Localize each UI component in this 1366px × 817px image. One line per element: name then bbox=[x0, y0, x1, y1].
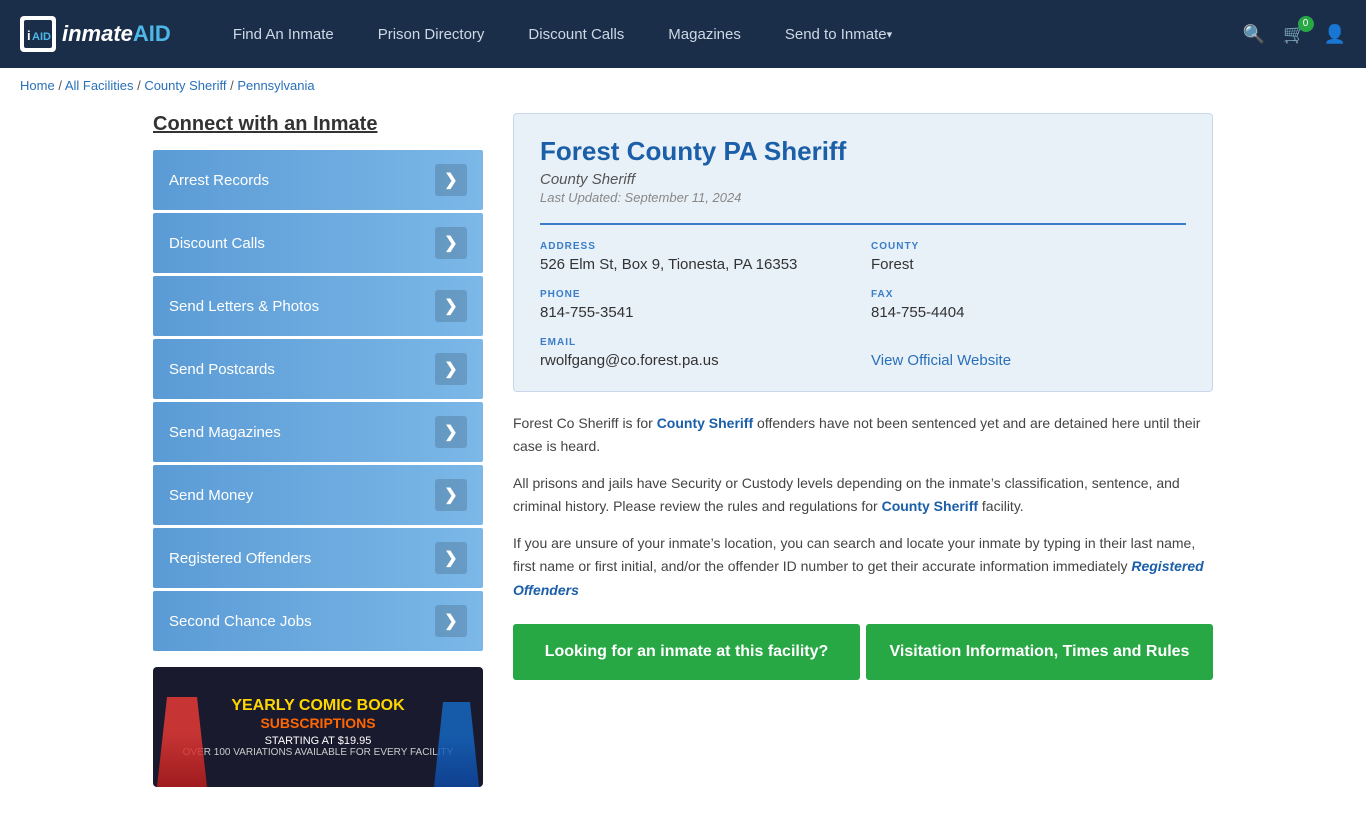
visitation-info-button[interactable]: Visitation Information, Times and Rules bbox=[866, 624, 1213, 681]
bottom-buttons: Looking for an inmate at this facility? … bbox=[513, 624, 1213, 681]
nav-discount-calls[interactable]: Discount Calls bbox=[506, 0, 646, 68]
phone-label: PHONE bbox=[540, 289, 855, 300]
county-label: COUNTY bbox=[871, 241, 1186, 252]
sidebar-label-send-magazines: Send Magazines bbox=[169, 424, 281, 441]
logo-text-inmate: inmate bbox=[62, 21, 133, 47]
nav-prison-directory[interactable]: Prison Directory bbox=[356, 0, 507, 68]
facility-info-grid: ADDRESS 526 Elm St, Box 9, Tionesta, PA … bbox=[540, 223, 1186, 369]
county-sheriff-link-2[interactable]: County Sheriff bbox=[882, 498, 978, 514]
breadcrumb-all-facilities[interactable]: All Facilities bbox=[65, 78, 134, 93]
desc-para2-pre: All prisons and jails have Security or C… bbox=[513, 475, 1180, 514]
sidebar-ad[interactable]: YEARLY COMIC BOOK SUBSCRIPTIONS STARTING… bbox=[153, 667, 483, 787]
sidebar-menu: Arrest Records ❯ Discount Calls ❯ Send L… bbox=[153, 150, 483, 651]
site-logo[interactable]: i AID inmateAID bbox=[20, 16, 171, 52]
sidebar: Connect with an Inmate Arrest Records ❯ … bbox=[153, 113, 483, 787]
facility-name: Forest County PA Sheriff bbox=[540, 136, 1186, 167]
nav-send-to-inmate[interactable]: Send to Inmate bbox=[763, 0, 914, 68]
ad-note: OVER 100 VARIATIONS AVAILABLE FOR EVERY … bbox=[183, 747, 454, 758]
cart-button[interactable]: 🛒 0 bbox=[1283, 24, 1305, 45]
search-icon: 🔍 bbox=[1243, 24, 1265, 44]
arrow-icon-send-postcards: ❯ bbox=[435, 353, 467, 385]
facility-description: Forest Co Sheriff is for County Sheriff … bbox=[513, 412, 1213, 602]
county-value: Forest bbox=[871, 256, 1186, 273]
ad-content: YEARLY COMIC BOOK SUBSCRIPTIONS STARTING… bbox=[173, 686, 464, 768]
user-button[interactable]: 👤 bbox=[1324, 24, 1346, 45]
sidebar-label-registered-offenders: Registered Offenders bbox=[169, 550, 311, 567]
desc-para-3: If you are unsure of your inmate’s locat… bbox=[513, 532, 1213, 601]
sidebar-item-second-chance-jobs[interactable]: Second Chance Jobs ❯ bbox=[153, 591, 483, 651]
desc-para-1: Forest Co Sheriff is for County Sheriff … bbox=[513, 412, 1213, 458]
address-value: 526 Elm St, Box 9, Tionesta, PA 16353 bbox=[540, 256, 855, 273]
sidebar-label-send-letters: Send Letters & Photos bbox=[169, 298, 319, 315]
arrow-icon-discount-calls: ❯ bbox=[435, 227, 467, 259]
facility-header: Forest County PA Sheriff County Sheriff … bbox=[513, 113, 1213, 392]
email-label: EMAIL bbox=[540, 337, 855, 348]
fax-label: FAX bbox=[871, 289, 1186, 300]
svg-text:i: i bbox=[27, 28, 31, 43]
ad-title-line2: SUBSCRIPTIONS bbox=[183, 715, 454, 731]
breadcrumb-county-sheriff[interactable]: County Sheriff bbox=[144, 78, 226, 93]
search-button[interactable]: 🔍 bbox=[1243, 24, 1265, 45]
desc-para1-pre: Forest Co Sheriff is for bbox=[513, 415, 657, 431]
nav-links: Find An Inmate Prison Directory Discount… bbox=[211, 0, 1243, 68]
logo-icon: i AID bbox=[20, 16, 56, 52]
breadcrumb-pennsylvania[interactable]: Pennsylvania bbox=[237, 78, 314, 93]
main-container: Connect with an Inmate Arrest Records ❯ … bbox=[133, 103, 1233, 817]
nav-icons: 🔍 🛒 0 👤 bbox=[1243, 24, 1346, 45]
nav-magazines[interactable]: Magazines bbox=[646, 0, 763, 68]
website-block: View Official Website bbox=[871, 337, 1186, 369]
sidebar-label-arrest-records: Arrest Records bbox=[169, 172, 269, 189]
county-block: COUNTY Forest bbox=[871, 241, 1186, 273]
desc-para3-text: If you are unsure of your inmate’s locat… bbox=[513, 535, 1195, 574]
breadcrumb-home[interactable]: Home bbox=[20, 78, 55, 93]
sidebar-label-second-chance-jobs: Second Chance Jobs bbox=[169, 613, 312, 630]
email-block: EMAIL rwolfgang@co.forest.pa.us bbox=[540, 337, 855, 369]
arrow-icon-send-magazines: ❯ bbox=[435, 416, 467, 448]
facility-updated: Last Updated: September 11, 2024 bbox=[540, 190, 1186, 205]
county-sheriff-link-1[interactable]: County Sheriff bbox=[657, 415, 753, 431]
sidebar-item-arrest-records[interactable]: Arrest Records ❯ bbox=[153, 150, 483, 210]
sidebar-label-send-money: Send Money bbox=[169, 487, 253, 504]
website-link[interactable]: View Official Website bbox=[871, 352, 1011, 369]
navbar: i AID inmateAID Find An Inmate Prison Di… bbox=[0, 0, 1366, 68]
user-icon: 👤 bbox=[1324, 24, 1346, 44]
sidebar-item-registered-offenders[interactable]: Registered Offenders ❯ bbox=[153, 528, 483, 588]
cart-badge: 0 bbox=[1298, 16, 1314, 32]
sidebar-label-send-postcards: Send Postcards bbox=[169, 361, 275, 378]
sidebar-item-send-money[interactable]: Send Money ❯ bbox=[153, 465, 483, 525]
fax-value: 814-755-4404 bbox=[871, 304, 1186, 321]
arrow-icon-registered-offenders: ❯ bbox=[435, 542, 467, 574]
content-area: Forest County PA Sheriff County Sheriff … bbox=[513, 113, 1213, 787]
arrow-icon-send-letters: ❯ bbox=[435, 290, 467, 322]
ad-price: STARTING AT $19.95 bbox=[183, 735, 454, 747]
sidebar-item-send-magazines[interactable]: Send Magazines ❯ bbox=[153, 402, 483, 462]
address-label: ADDRESS bbox=[540, 241, 855, 252]
sidebar-item-send-letters[interactable]: Send Letters & Photos ❯ bbox=[153, 276, 483, 336]
desc-para2-post: facility. bbox=[978, 498, 1024, 514]
nav-find-inmate[interactable]: Find An Inmate bbox=[211, 0, 356, 68]
website-spacer bbox=[871, 337, 1186, 348]
logo-svg: i AID bbox=[24, 20, 52, 48]
logo-text-aid: AID bbox=[133, 21, 171, 47]
sidebar-title: Connect with an Inmate bbox=[153, 113, 483, 136]
phone-value: 814-755-3541 bbox=[540, 304, 855, 321]
breadcrumb: Home / All Facilities / County Sheriff /… bbox=[0, 68, 1366, 103]
svg-text:AID: AID bbox=[32, 31, 51, 43]
arrow-icon-second-chance-jobs: ❯ bbox=[435, 605, 467, 637]
email-value: rwolfgang@co.forest.pa.us bbox=[540, 352, 855, 369]
address-block: ADDRESS 526 Elm St, Box 9, Tionesta, PA … bbox=[540, 241, 855, 273]
sidebar-item-send-postcards[interactable]: Send Postcards ❯ bbox=[153, 339, 483, 399]
facility-type: County Sheriff bbox=[540, 171, 1186, 188]
desc-para-2: All prisons and jails have Security or C… bbox=[513, 472, 1213, 518]
looking-for-inmate-button[interactable]: Looking for an inmate at this facility? bbox=[513, 624, 860, 681]
fax-block: FAX 814-755-4404 bbox=[871, 289, 1186, 321]
arrow-icon-send-money: ❯ bbox=[435, 479, 467, 511]
arrow-icon-arrest-records: ❯ bbox=[435, 164, 467, 196]
sidebar-item-discount-calls[interactable]: Discount Calls ❯ bbox=[153, 213, 483, 273]
ad-title-line1: YEARLY COMIC BOOK bbox=[183, 696, 454, 715]
sidebar-label-discount-calls: Discount Calls bbox=[169, 235, 265, 252]
phone-block: PHONE 814-755-3541 bbox=[540, 289, 855, 321]
